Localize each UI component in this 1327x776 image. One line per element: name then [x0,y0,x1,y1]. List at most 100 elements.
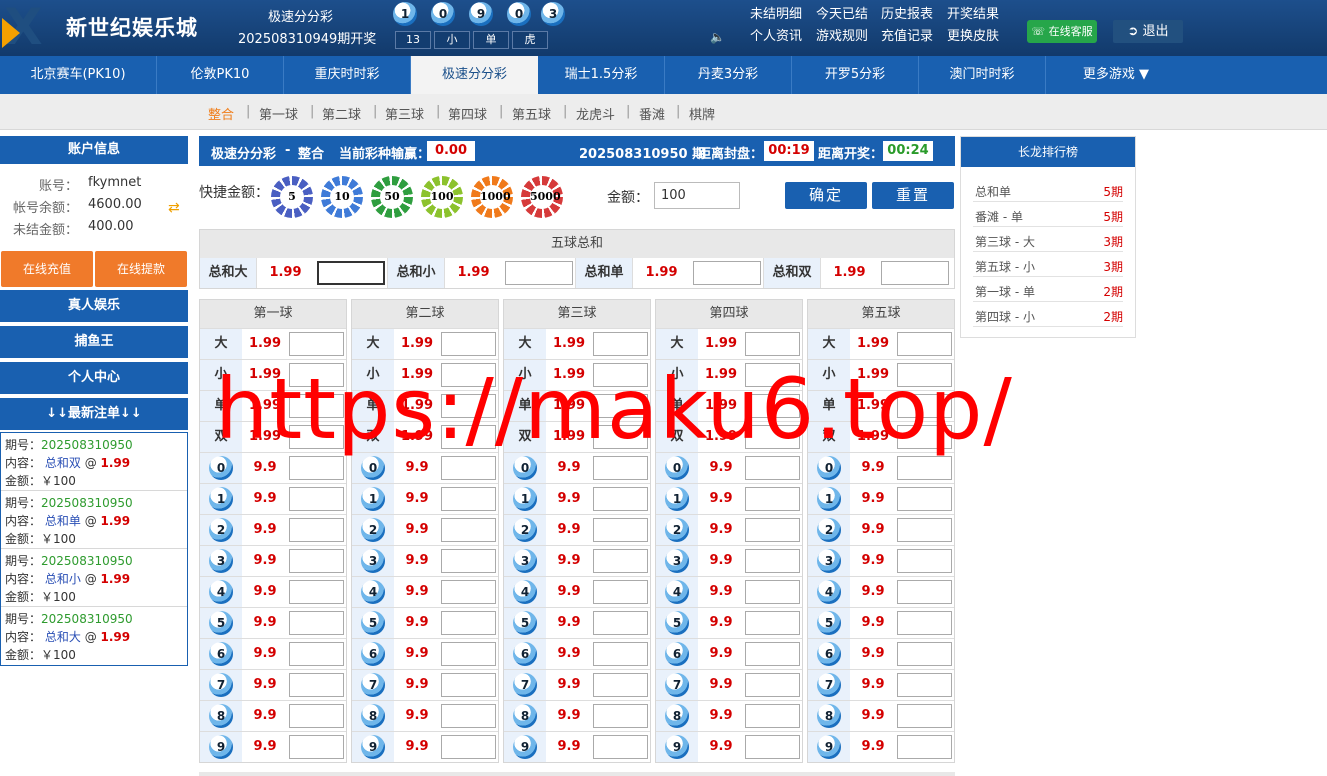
bet-amount-input[interactable] [593,611,648,635]
bet-amount-input[interactable] [745,735,800,759]
bet-amount-input[interactable] [593,332,648,356]
bet-amount-input[interactable] [745,487,800,511]
subtab-poker[interactable]: 棋牌 [689,104,715,123]
subtab-ball1[interactable]: 第一球 [259,104,298,123]
recharge-button[interactable]: 在线充值 [1,251,93,287]
bet-amount-input[interactable] [745,456,800,480]
online-service-button[interactable]: ☏ 在线客服 [1027,20,1097,43]
tab-cqssc[interactable]: 重庆时时彩 [284,56,411,94]
link-today-settled[interactable]: 今天已结 [816,3,868,22]
bet-amount-input[interactable] [897,487,952,511]
chip-5000-button[interactable]: 5000 [521,176,563,218]
link-history[interactable]: 历史报表 [881,3,933,22]
bet-amount-input[interactable] [289,456,344,480]
sum-amount-input[interactable] [505,261,573,285]
bet-amount-input[interactable] [897,735,952,759]
tab-jisu[interactable]: 极速分分彩 [411,56,538,94]
tab-swiss[interactable]: 瑞士1.5分彩 [538,56,665,94]
bet-amount-input[interactable] [441,580,496,604]
bet-amount-input[interactable] [441,735,496,759]
link-results[interactable]: 开奖结果 [947,3,999,22]
bet-amount-input[interactable] [289,704,344,728]
bet-amount-input[interactable] [289,580,344,604]
bet-amount-input[interactable] [897,704,952,728]
link-rules[interactable]: 游戏规则 [816,25,868,44]
tab-bjpk10[interactable]: 北京赛车(PK10) [0,56,157,94]
subtab-ball3[interactable]: 第三球 [385,104,424,123]
chip-1000-button[interactable]: 1000 [471,176,513,218]
subtab-dragon-tiger[interactable]: 龙虎斗 [576,104,615,123]
bet-amount-input[interactable] [441,518,496,542]
bet-amount-input[interactable] [593,518,648,542]
speaker-icon[interactable]: 🔈 [710,30,725,44]
bet-amount-input[interactable] [593,580,648,604]
reset-button[interactable]: 重置 [872,182,954,209]
bet-amount-input[interactable] [441,549,496,573]
bet-amount-input[interactable] [593,642,648,666]
bet-amount-input[interactable] [897,549,952,573]
confirm-button[interactable]: 确定 [785,182,867,209]
bet-amount-input[interactable] [897,673,952,697]
bet-amount-input[interactable] [289,611,344,635]
bet-amount-input[interactable] [441,456,496,480]
logo[interactable]: X 新世纪娱乐城 [0,0,205,56]
bet-amount-input[interactable] [441,642,496,666]
bet-amount-input[interactable] [745,518,800,542]
bet-amount-input[interactable] [897,518,952,542]
bet-amount-input[interactable] [745,611,800,635]
link-recharge-records[interactable]: 充值记录 [881,25,933,44]
bet-amount-input[interactable] [745,580,800,604]
bet-amount-input[interactable] [745,332,800,356]
bet-amount-input[interactable] [897,456,952,480]
withdraw-button[interactable]: 在线提款 [95,251,187,287]
sum-amount-input[interactable] [317,261,385,285]
link-skin[interactable]: 更换皮肤 [947,25,999,44]
chip-5-button[interactable]: 5 [271,176,313,218]
bet-amount-input[interactable] [593,487,648,511]
chip-10-button[interactable]: 10 [321,176,363,218]
bet-amount-input[interactable] [897,611,952,635]
bet-amount-input[interactable] [289,487,344,511]
bet-amount-input[interactable] [289,642,344,666]
bet-amount-input[interactable] [441,487,496,511]
subtab-ball5[interactable]: 第五球 [512,104,551,123]
bet-amount-input[interactable] [593,673,648,697]
live-casino-button[interactable]: 真人娱乐 [0,290,188,322]
subtab-ball4[interactable]: 第四球 [448,104,487,123]
bet-amount-input[interactable] [441,332,496,356]
bet-amount-input[interactable] [593,704,648,728]
bet-amount-input[interactable] [441,673,496,697]
tab-more-games[interactable]: 更多游戏 ▼ [1046,56,1186,94]
bet-amount-input[interactable] [441,611,496,635]
fishing-button[interactable]: 捕鱼王 [0,326,188,358]
subtab-combined[interactable]: 整合 [208,104,234,123]
bet-amount-input[interactable] [745,642,800,666]
tab-denmark[interactable]: 丹麦3分彩 [665,56,792,94]
personal-center-button[interactable]: 个人中心 [0,362,188,394]
amount-input[interactable]: 100 [654,182,740,209]
bet-amount-input[interactable] [289,332,344,356]
bet-amount-input[interactable] [897,642,952,666]
chip-50-button[interactable]: 50 [371,176,413,218]
logout-button[interactable]: ➲ 退出 [1113,20,1183,43]
sum-amount-input[interactable] [881,261,949,285]
bet-amount-input[interactable] [289,518,344,542]
bet-amount-input[interactable] [745,549,800,573]
bet-amount-input[interactable] [745,704,800,728]
tab-macau[interactable]: 澳门时时彩 [919,56,1046,94]
bet-amount-input[interactable] [593,735,648,759]
subtab-ball2[interactable]: 第二球 [322,104,361,123]
latest-bets-header[interactable]: ↓↓最新注单↓↓ [0,398,188,430]
bet-amount-input[interactable] [441,704,496,728]
bet-amount-input[interactable] [593,456,648,480]
bet-amount-input[interactable] [897,580,952,604]
link-unsettled[interactable]: 未结明细 [750,3,802,22]
tab-london-pk10[interactable]: 伦敦PK10 [157,56,284,94]
sum-amount-input[interactable] [693,261,761,285]
bet-amount-input[interactable] [897,332,952,356]
chip-100-button[interactable]: 100 [421,176,463,218]
bet-amount-input[interactable] [593,549,648,573]
link-profile[interactable]: 个人资讯 [750,25,802,44]
bet-amount-input[interactable] [289,735,344,759]
tab-cairo[interactable]: 开罗5分彩 [792,56,919,94]
